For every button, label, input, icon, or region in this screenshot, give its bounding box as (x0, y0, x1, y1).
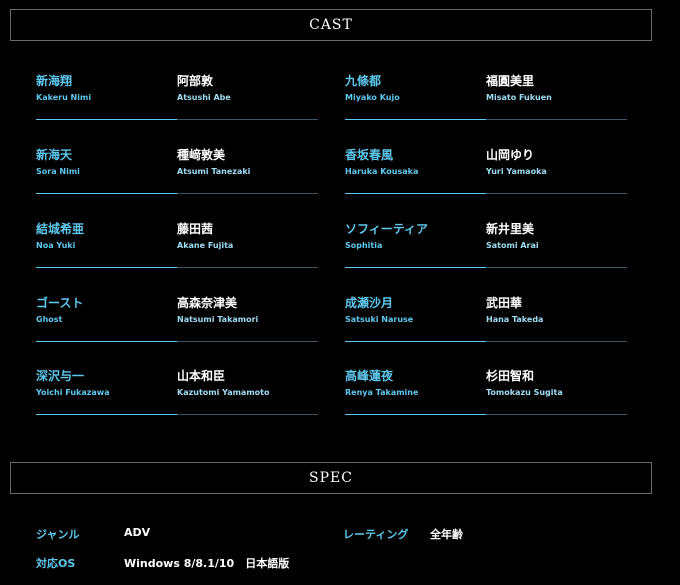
voice-actor-entry: 山本和臣 Kazutomi Yamamoto (177, 369, 317, 398)
voice-actor-name: 山岡ゆり (486, 148, 535, 162)
character-entry: 九條都 Miyako Kujo (345, 74, 485, 103)
character-romanized-name: Yoichi Fukazawa (36, 388, 110, 397)
character-underline (36, 193, 177, 194)
voice-actor-name: 藤田茜 (177, 222, 214, 236)
character-romanized-name: Kakeru Nimi (36, 93, 92, 102)
actor-underline (486, 267, 627, 268)
character-underline (345, 267, 486, 268)
character-entry: 新海天 Sora Nimi (36, 148, 176, 177)
actor-underline (177, 119, 318, 120)
voice-actor-romanized-name: Kazutomi Yamamoto (177, 388, 270, 397)
genre-label: ジャンル (36, 528, 80, 541)
cast-title: CAST (309, 17, 353, 33)
character-underline (345, 341, 486, 342)
cast-row: ゴースト Ghost 高森奈津美 Natsumi Takamori 成瀬沙月 Satsuk… (0, 296, 680, 356)
character-romanized-name: Sora Nimi (36, 167, 80, 176)
voice-actor-entry: 山岡ゆり Yuri Yamaoka (486, 148, 626, 177)
character-underline (345, 119, 486, 120)
character-name: 新海翔 (36, 74, 73, 88)
character-entry: 新海翔 Kakeru Nimi (36, 74, 176, 103)
voice-actor-romanized-name: Yuri Yamaoka (486, 167, 547, 176)
actor-underline (177, 414, 318, 415)
voice-actor-romanized-name: Hana Takeda (486, 315, 544, 324)
character-name: ソフィーティア (345, 222, 429, 236)
actor-underline (486, 193, 627, 194)
rating-label: レーティング (343, 528, 409, 541)
voice-actor-entry: 新井里美 Satomi Arai (486, 222, 626, 251)
actor-underline (177, 267, 318, 268)
genre-value: ADV (124, 526, 151, 539)
character-romanized-name: Haruka Kousaka (345, 167, 419, 176)
cast-section-header: CAST (10, 9, 652, 41)
character-romanized-name: Noa Yuki (36, 241, 76, 250)
voice-actor-name: 種﨑敦美 (177, 148, 226, 162)
character-name: 香坂春風 (345, 148, 394, 162)
character-underline (345, 414, 486, 415)
character-name: 九條都 (345, 74, 382, 88)
character-entry: 深沢与一 Yoichi Fukazawa (36, 369, 176, 398)
character-entry: 結城希亜 Noa Yuki (36, 222, 176, 251)
character-name: 高峰蓮夜 (345, 369, 394, 383)
voice-actor-name: 山本和臣 (177, 369, 226, 383)
rating-value: 全年齢 (430, 528, 463, 541)
voice-actor-name: 福圓美里 (486, 74, 535, 88)
character-underline (36, 119, 177, 120)
os-label: 対応OS (36, 557, 76, 570)
character-entry: 成瀬沙月 Satsuki Naruse (345, 296, 485, 325)
voice-actor-entry: 杉田智和 Tomokazu Sugita (486, 369, 626, 398)
cast-row: 新海翔 Kakeru Nimi 阿部敦 Atsushi Abe 九條都 Miyako Ku… (0, 74, 680, 134)
character-entry: ゴースト Ghost (36, 296, 176, 325)
character-romanized-name: Ghost (36, 315, 63, 324)
voice-actor-romanized-name: Akane Fujita (177, 241, 234, 250)
character-romanized-name: Miyako Kujo (345, 93, 400, 102)
voice-actor-entry: 藤田茜 Akane Fujita (177, 222, 317, 251)
actor-underline (177, 193, 318, 194)
character-name: 結城希亜 (36, 222, 85, 236)
actor-underline (486, 341, 627, 342)
character-entry: 高峰蓮夜 Renya Takamine (345, 369, 485, 398)
character-name: 成瀬沙月 (345, 296, 394, 310)
character-name: 新海天 (36, 148, 73, 162)
actor-underline (177, 341, 318, 342)
voice-actor-entry: 武田華 Hana Takeda (486, 296, 626, 325)
character-entry: ソフィーティア Sophitia (345, 222, 485, 251)
voice-actor-name: 新井里美 (486, 222, 535, 236)
character-entry: 香坂春風 Haruka Kousaka (345, 148, 485, 177)
voice-actor-romanized-name: Misato Fukuen (486, 93, 552, 102)
character-underline (36, 267, 177, 268)
voice-actor-romanized-name: Natsumi Takamori (177, 315, 259, 324)
voice-actor-name: 杉田智和 (486, 369, 535, 383)
character-name: 深沢与一 (36, 369, 85, 383)
voice-actor-romanized-name: Atsushi Abe (177, 93, 231, 102)
voice-actor-entry: 種﨑敦美 Atsumi Tanezaki (177, 148, 317, 177)
spec-section-header: SPEC (10, 462, 652, 494)
character-name: ゴースト (36, 296, 84, 310)
character-romanized-name: Renya Takamine (345, 388, 419, 397)
voice-actor-name: 阿部敦 (177, 74, 214, 88)
voice-actor-romanized-name: Satomi Arai (486, 241, 539, 250)
character-underline (345, 193, 486, 194)
voice-actor-entry: 阿部敦 Atsushi Abe (177, 74, 317, 103)
character-underline (36, 341, 177, 342)
voice-actor-entry: 高森奈津美 Natsumi Takamori (177, 296, 317, 325)
voice-actor-entry: 福圓美里 Misato Fukuen (486, 74, 626, 103)
spec-title: SPEC (309, 470, 353, 486)
cast-row: 結城希亜 Noa Yuki 藤田茜 Akane Fujita ソフィーティア Sophit… (0, 222, 680, 282)
voice-actor-romanized-name: Atsumi Tanezaki (177, 167, 251, 176)
actor-underline (486, 414, 627, 415)
actor-underline (486, 119, 627, 120)
voice-actor-name: 高森奈津美 (177, 296, 238, 310)
character-underline (36, 414, 177, 415)
cast-row: 深沢与一 Yoichi Fukazawa 山本和臣 Kazutomi Yamamoto… (0, 369, 680, 429)
character-romanized-name: Satsuki Naruse (345, 315, 414, 324)
os-value: Windows 8/8.1/10 日本語版 (124, 557, 290, 570)
voice-actor-romanized-name: Tomokazu Sugita (486, 388, 563, 397)
cast-row: 新海天 Sora Nimi 種﨑敦美 Atsumi Tanezaki 香坂春風 Haruk… (0, 148, 680, 208)
voice-actor-name: 武田華 (486, 296, 523, 310)
character-romanized-name: Sophitia (345, 241, 383, 250)
